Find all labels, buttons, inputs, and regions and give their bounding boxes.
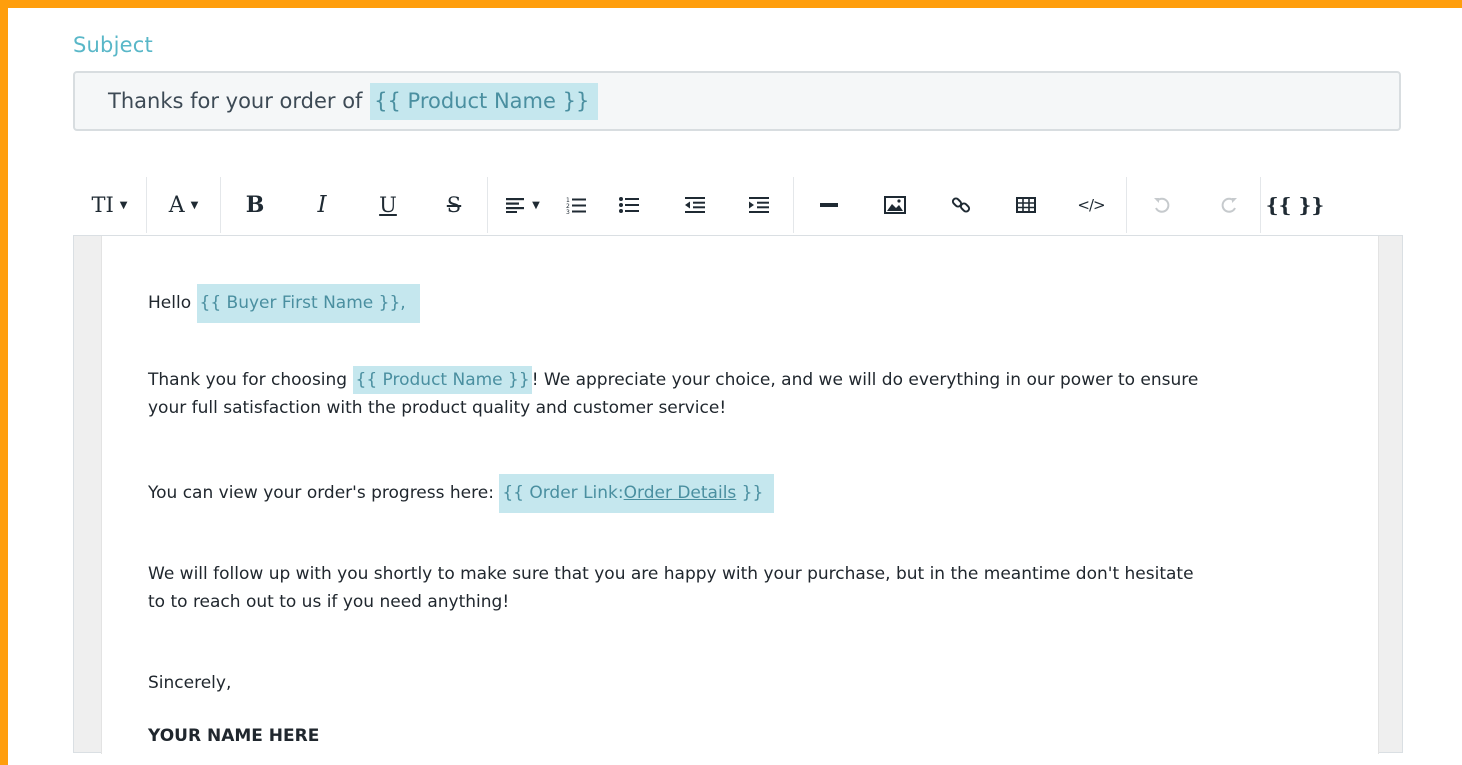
- progress-line: You can view your order's progress here:…: [148, 474, 775, 513]
- insert-table-button[interactable]: [996, 177, 1056, 233]
- underline-icon: U: [379, 193, 397, 217]
- order-link-token-start: {{ Order Link:: [502, 483, 624, 503]
- strikethrough-button[interactable]: S: [421, 177, 487, 233]
- followup-line-1: We will follow up with you shortly to ma…: [148, 564, 1194, 584]
- bold-button[interactable]: B: [221, 177, 289, 233]
- svg-text:3: 3: [566, 209, 570, 214]
- font-color-button[interactable]: A ▼: [147, 177, 220, 233]
- chevron-down-icon: ▼: [532, 199, 540, 211]
- progress-text: You can view your order's progress here:: [148, 483, 500, 503]
- image-icon: [884, 196, 906, 214]
- indent-button[interactable]: [725, 177, 793, 233]
- bullet-list-icon: [619, 197, 639, 213]
- followup-line-2: to to reach out to us if you need anythi…: [148, 592, 510, 612]
- bullet-list-button[interactable]: [593, 177, 665, 233]
- thanks-line-1: Thank you for choosing {{ Product Name }…: [148, 366, 1198, 394]
- variable-braces-icon: {{ }}: [1265, 193, 1325, 217]
- horizontal-rule-button[interactable]: [794, 177, 864, 233]
- thanks-text-suffix: ! We appreciate your choice, and we will…: [531, 370, 1199, 390]
- outdent-icon: [685, 197, 705, 213]
- buyer-first-name-token[interactable]: {{ Buyer First Name }},: [196, 284, 420, 323]
- horizontal-rule-icon: [820, 203, 838, 207]
- thanks-line-2: your full satisfaction with the product …: [148, 398, 727, 418]
- undo-button[interactable]: [1127, 177, 1197, 233]
- greeting-text: Hello: [148, 293, 197, 313]
- order-details-link[interactable]: Order Details: [624, 483, 737, 503]
- outdent-button[interactable]: [665, 177, 725, 233]
- ordered-list-icon: 123: [566, 197, 586, 214]
- subject-product-name-token[interactable]: {{ Product Name }}: [370, 82, 599, 120]
- bold-icon: B: [245, 192, 265, 218]
- align-button[interactable]: ▼: [488, 177, 558, 233]
- subject-input[interactable]: Thanks for your order of {{ Product Name…: [73, 71, 1401, 131]
- greeting-line: Hello {{ Buyer First Name }},: [148, 284, 420, 323]
- code-view-button[interactable]: </>: [1056, 177, 1126, 233]
- insert-variable-button[interactable]: {{ }}: [1261, 177, 1329, 233]
- strikethrough-icon: S: [446, 193, 462, 217]
- subject-prefix-text: Thanks for your order of: [108, 89, 370, 113]
- redo-icon: [1221, 197, 1237, 213]
- insert-link-button[interactable]: [926, 177, 996, 233]
- subject-label: Subject: [73, 33, 153, 57]
- table-icon: [1016, 197, 1036, 213]
- signature-line: YOUR NAME HERE: [148, 726, 320, 746]
- italic-icon: I: [317, 192, 327, 218]
- code-icon: </>: [1077, 196, 1105, 214]
- italic-button[interactable]: I: [289, 177, 355, 233]
- orange-frame-top: [0, 0, 1462, 8]
- text-size-icon: TI: [91, 193, 114, 217]
- insert-image-button[interactable]: [864, 177, 926, 233]
- chevron-down-icon: ▼: [119, 199, 128, 211]
- closing-line: Sincerely,: [148, 673, 232, 693]
- followup-paragraph: We will follow up with you shortly to ma…: [148, 560, 1194, 616]
- thanks-text: Thank you for choosing: [148, 370, 353, 390]
- indent-icon: [749, 197, 769, 213]
- underline-button[interactable]: U: [355, 177, 421, 233]
- editor-toolbar: TI ▼ A ▼ B I U S ▼ 123 </> {{}}: [73, 177, 1401, 233]
- chevron-down-icon: ▼: [190, 199, 199, 211]
- orange-frame-left: [0, 0, 8, 765]
- font-color-icon: A: [168, 192, 185, 218]
- text-size-button[interactable]: TI ▼: [73, 177, 146, 233]
- product-name-token[interactable]: {{ Product Name }}: [352, 366, 532, 394]
- undo-icon: [1154, 197, 1170, 213]
- thanks-paragraph: Thank you for choosing {{ Product Name }…: [148, 366, 1198, 422]
- redo-button[interactable]: [1197, 177, 1260, 233]
- order-link-token-end: }}: [736, 483, 764, 503]
- align-left-icon: [506, 198, 525, 213]
- order-link-token[interactable]: {{ Order Link:Order Details }}: [499, 474, 775, 513]
- ordered-list-button[interactable]: 123: [558, 177, 593, 233]
- link-icon: [951, 197, 971, 213]
